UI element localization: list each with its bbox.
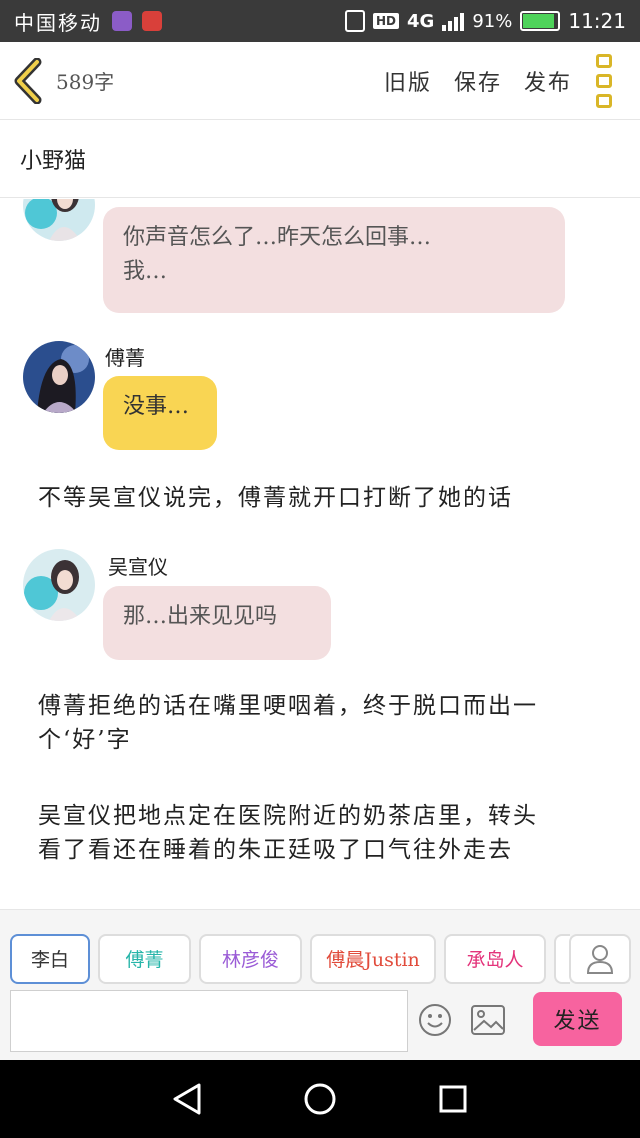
compose-panel: 李白 傅菁 林彦俊 傅晨Justin 承岛人 发送 (0, 909, 640, 1060)
network-type: 4G (407, 10, 435, 32)
narration-paragraph[interactable]: 吴宣仪把地点定在医院附近的奶茶店里，转头 看了看还在睡着的朱正廷吸了口气往外走去 (38, 799, 618, 867)
narration-text-line: 吴宣仪把地点定在医院附近的奶茶店里，转头 (38, 803, 538, 829)
message-input[interactable] (10, 990, 408, 1052)
vibrate-icon (345, 10, 366, 32)
menu-dot-icon (596, 53, 612, 68)
square-recents-icon (439, 1085, 467, 1113)
message-text: 没事… (123, 394, 190, 419)
character-chip[interactable]: 傅晨Justin (310, 934, 436, 984)
avatar[interactable] (23, 341, 95, 413)
narration-text-line: 看了看还在睡着的朱正廷吸了口气往外走去 (38, 837, 513, 863)
message-bubble[interactable]: 没事… (103, 376, 217, 450)
cloud-app-icon (142, 11, 162, 31)
circle-home-icon (304, 1083, 336, 1115)
character-name: 林彦俊 (221, 949, 279, 971)
message-text: 那…出来见见吗 (123, 604, 278, 629)
clock: 11:21 (568, 9, 626, 33)
story-content[interactable]: 你声音怎么了…昨天怎么回事… 我… 傅菁 没事… 不等吴宣仪说完，傅菁就开口打断… (0, 199, 640, 909)
signal-icon (442, 11, 465, 31)
old-version-button[interactable]: 旧版 (384, 65, 432, 97)
carrier-name: 中国移动 (14, 10, 102, 35)
story-title: 小野猫 (20, 148, 87, 174)
nav-recents-button[interactable] (433, 1079, 473, 1119)
narration-paragraph[interactable]: 不等吴宣仪说完，傅菁就开口打断了她的话 (38, 481, 618, 515)
battery-fill (523, 14, 555, 28)
status-bar: 中国移动 HD 4G 91% 11:21 (0, 0, 640, 42)
gallery-app-icon (112, 11, 132, 31)
send-button[interactable]: 发送 (533, 992, 622, 1046)
hd-badge: HD (373, 13, 400, 29)
menu-dot-icon (596, 93, 612, 108)
character-chip[interactable]: 傅菁 (98, 934, 191, 984)
emoji-icon (419, 1004, 451, 1036)
avatar[interactable] (23, 549, 95, 621)
character-chip[interactable]: 林彦俊 (199, 934, 302, 984)
character-name: 承岛人 (466, 949, 524, 971)
message-text-line: 你声音怎么了…昨天怎么回事… (123, 225, 432, 250)
character-selector: 李白 傅菁 林彦俊 傅晨Justin 承岛人 (10, 934, 570, 986)
character-name: 傅菁 (125, 949, 164, 971)
person-icon (586, 945, 614, 974)
nav-back-button[interactable] (167, 1079, 207, 1119)
menu-dot-icon (596, 73, 612, 88)
image-button[interactable] (470, 1003, 506, 1037)
character-manage-button[interactable] (569, 934, 631, 984)
narration-text-line: 傅菁拒绝的话在嘴里哽咽着，终于脱口而出一 (38, 693, 538, 719)
battery-icon (520, 11, 561, 31)
save-button[interactable]: 保存 (454, 65, 502, 97)
narration-text-line: 个‘好’字 (38, 727, 132, 753)
message-bubble[interactable]: 那…出来见见吗 (103, 586, 331, 660)
system-nav-bar (0, 1060, 640, 1138)
word-count: 589字 (56, 70, 115, 94)
sender-name: 吴宣仪 (108, 555, 168, 579)
message-bubble[interactable]: 你声音怎么了…昨天怎么回事… 我… (103, 207, 565, 313)
message-text-line: 我… (123, 259, 168, 284)
character-name: 李白 (30, 949, 69, 971)
narration-paragraph[interactable]: 傅菁拒绝的话在嘴里哽咽着，终于脱口而出一 个‘好’字 (38, 689, 618, 757)
story-title-row[interactable]: 小野猫 (0, 120, 640, 198)
publish-button[interactable]: 发布 (524, 65, 572, 97)
avatar[interactable] (23, 199, 95, 241)
character-name: 傅晨Justin (326, 949, 420, 971)
emoji-button[interactable] (418, 1003, 452, 1037)
top-toolbar: 589字 旧版 保存 发布 (0, 42, 640, 120)
chevron-left-icon (14, 57, 42, 104)
character-chip[interactable] (554, 934, 570, 984)
narration-text: 不等吴宣仪说完，傅菁就开口打断了她的话 (38, 485, 513, 511)
sender-name: 傅菁 (105, 346, 145, 370)
nav-home-button[interactable] (300, 1079, 340, 1119)
image-icon (471, 1005, 505, 1035)
battery-percent: 91% (472, 10, 513, 32)
more-menu-button[interactable] (592, 53, 616, 108)
character-chip[interactable]: 承岛人 (444, 934, 546, 984)
triangle-back-icon (173, 1083, 201, 1115)
back-button[interactable] (0, 42, 56, 120)
character-chip[interactable]: 李白 (10, 934, 90, 984)
